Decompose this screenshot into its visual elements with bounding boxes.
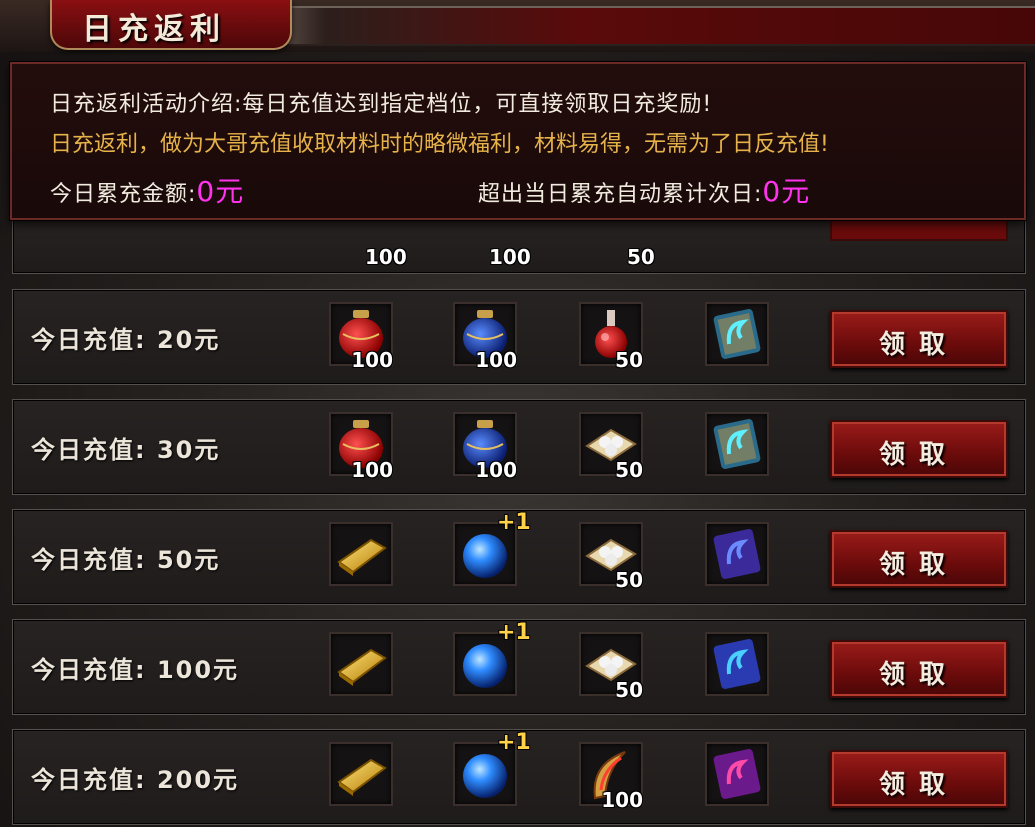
- reward-row: 今日充值: 50元 +1 50 领取: [12, 509, 1026, 605]
- upgrade-badge: +1: [497, 510, 531, 535]
- upgrade-badge: +1: [497, 730, 531, 755]
- intro-line-2: 日充返利，做为大哥充值收取材料时的略微福利，材料易得，无需为了日反充值!: [50, 132, 829, 157]
- intro-line-1: 日充返利活动介绍:每日充值达到指定档位，可直接领取日充奖励!: [50, 92, 713, 117]
- today-total-value: 0元: [196, 175, 245, 208]
- overflow-value: 0元: [762, 175, 811, 208]
- reward-row-partial: 100 100 50: [12, 218, 1026, 274]
- item-slot[interactable]: 50: [579, 522, 643, 592]
- claim-button-label: 领取: [878, 660, 959, 690]
- claim-button-partial[interactable]: [830, 219, 1008, 241]
- reward-row: 今日充值: 200元 +1 100 领取: [12, 729, 1026, 825]
- today-total-label: 今日累充金额:: [50, 182, 197, 207]
- page-title: 日充返利: [82, 12, 226, 47]
- item-slot[interactable]: [705, 412, 769, 476]
- item-slot[interactable]: [329, 632, 393, 696]
- claim-button-label: 领取: [878, 440, 959, 470]
- item-count: 100: [475, 348, 517, 372]
- item-count: 50: [615, 458, 643, 482]
- item-slot[interactable]: 50: [579, 412, 643, 482]
- item-slot[interactable]: 100: [329, 302, 393, 372]
- item-slot[interactable]: [705, 742, 769, 806]
- item-count: 100: [351, 348, 393, 372]
- claim-button-label: 领取: [878, 770, 959, 800]
- claim-button-label: 领取: [878, 330, 959, 360]
- today-total: 今日累充金额:0元: [50, 170, 244, 210]
- item-slot[interactable]: 100: [579, 742, 643, 812]
- item-slot[interactable]: +1: [453, 730, 531, 806]
- item-slot[interactable]: +1: [453, 510, 531, 586]
- item-count: 50: [615, 568, 643, 592]
- item-count: 100: [351, 458, 393, 482]
- item-count: 50: [615, 348, 643, 372]
- item-slot[interactable]: 100: [329, 412, 393, 482]
- overflow-total: 超出当日累充自动累计次日:0元: [478, 170, 810, 210]
- claim-button[interactable]: 领取: [830, 640, 1008, 698]
- claim-button-label: 领取: [878, 550, 959, 580]
- claim-button[interactable]: 领取: [830, 420, 1008, 478]
- item-slot[interactable]: [705, 522, 769, 586]
- item-count: 50: [627, 245, 655, 269]
- upgrade-badge: +1: [497, 620, 531, 645]
- item-slot[interactable]: [329, 522, 393, 586]
- item-count: 100: [489, 245, 531, 269]
- item-slot[interactable]: 50: [579, 632, 643, 702]
- item-count: 100: [365, 245, 407, 269]
- item-count: 50: [615, 678, 643, 702]
- item-slot[interactable]: [705, 302, 769, 366]
- reward-tier-label: 今日充值: 30元: [31, 436, 221, 464]
- reward-tier-label: 今日充值: 20元: [31, 326, 221, 354]
- top-bar: 日充返利: [0, 0, 1035, 52]
- item-slot[interactable]: +1: [453, 620, 531, 696]
- item-slot[interactable]: [705, 632, 769, 696]
- claim-button[interactable]: 领取: [830, 750, 1008, 808]
- header-ornament: [280, 6, 1035, 46]
- reward-tier-label: 今日充值: 50元: [31, 546, 221, 574]
- item-slot[interactable]: 50: [579, 302, 643, 372]
- title-tab[interactable]: 日充返利: [50, 0, 292, 50]
- reward-row: 今日充值: 30元 100 100 50 领取: [12, 399, 1026, 495]
- intro-panel: 日充返利活动介绍:每日充值达到指定档位，可直接领取日充奖励! 日充返利，做为大哥…: [10, 62, 1026, 220]
- reward-tier-label: 今日充值: 200元: [31, 766, 240, 794]
- item-slot[interactable]: 100: [453, 412, 517, 482]
- item-count: 100: [601, 788, 643, 812]
- item-slot[interactable]: 100: [453, 302, 517, 372]
- claim-button[interactable]: 领取: [830, 310, 1008, 368]
- reward-row: 今日充值: 20元 100 100 50 领取: [12, 289, 1026, 385]
- reward-tier-label: 今日充值: 100元: [31, 656, 240, 684]
- claim-button[interactable]: 领取: [830, 530, 1008, 588]
- item-count: 100: [475, 458, 517, 482]
- item-slot[interactable]: [329, 742, 393, 806]
- reward-row: 今日充值: 100元 +1 50 领取: [12, 619, 1026, 715]
- overflow-label: 超出当日累充自动累计次日:: [478, 182, 763, 207]
